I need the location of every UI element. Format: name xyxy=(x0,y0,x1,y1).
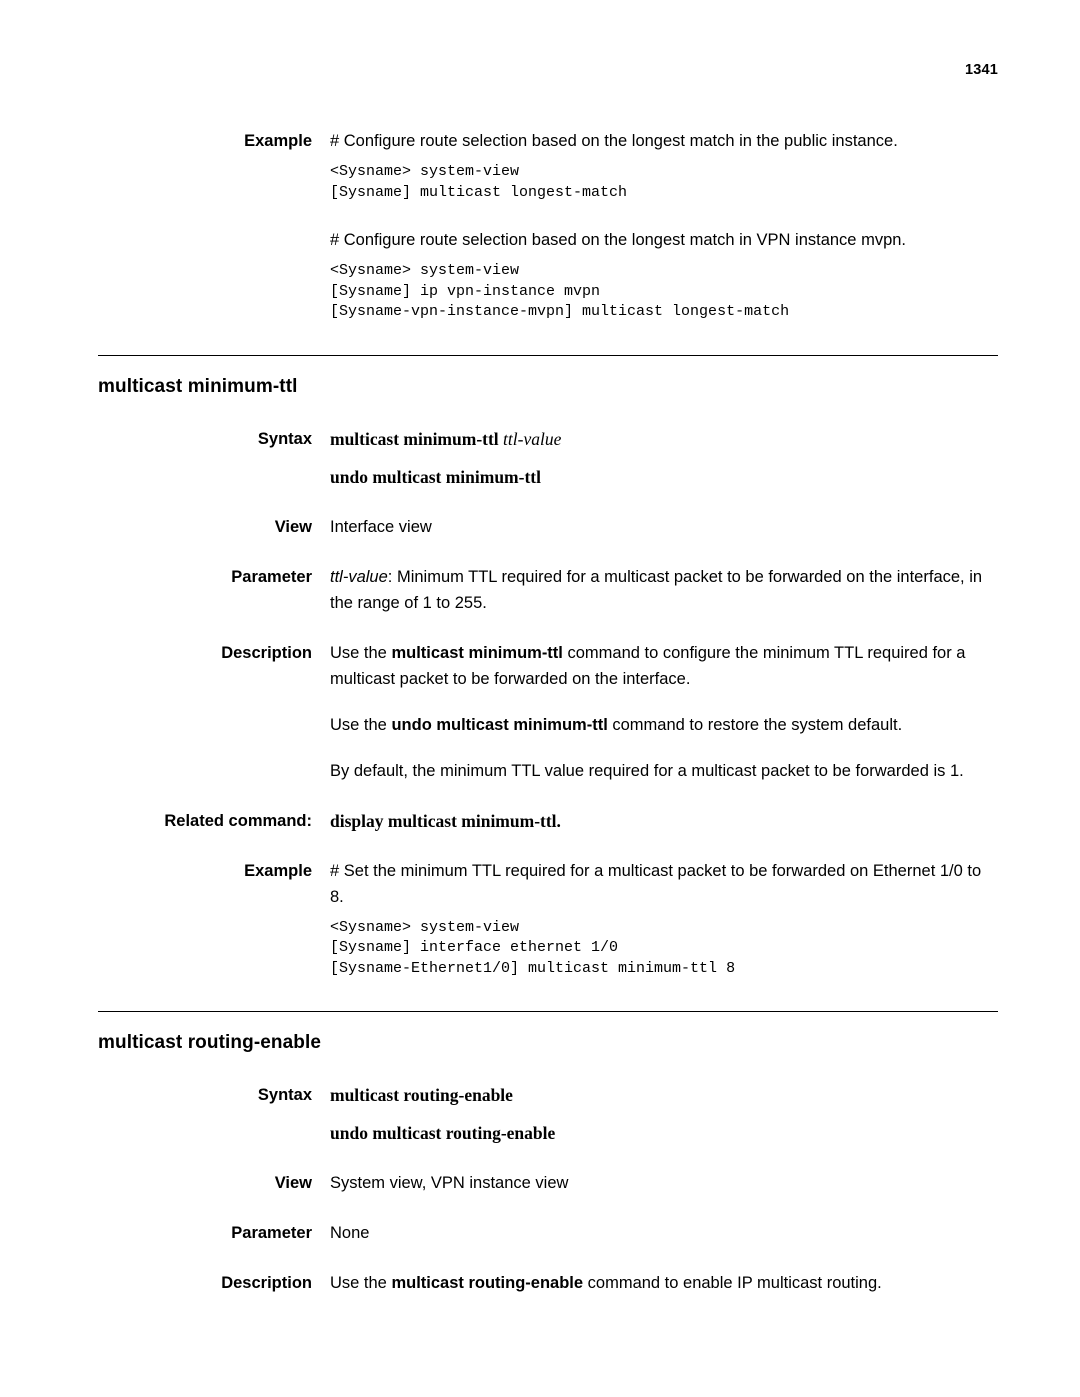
description-paragraph-routing: Use the multicast routing-enable command… xyxy=(330,1270,998,1296)
description-label-2: Description xyxy=(221,1274,312,1292)
example-row-minimum-ttl: Example # Set the minimum TTL required f… xyxy=(98,858,998,980)
related-command-row: Related command: display multicast minim… xyxy=(98,808,998,834)
syntax-body-2: multicast routing-enable undo multicast … xyxy=(330,1082,998,1146)
view-label: View xyxy=(274,517,312,536)
section-heading-minimum-ttl: multicast minimum-ttl xyxy=(98,375,298,397)
example-line-1: # Configure route selection based on the… xyxy=(330,132,898,150)
desc-p2-command: undo multicast minimum-ttl xyxy=(391,715,608,734)
syntax-label-2: Syntax xyxy=(257,1086,312,1104)
example-line-2: # Configure route selection based on the… xyxy=(330,231,907,249)
syntax-undo-line: undo multicast minimum-ttl xyxy=(330,466,541,487)
example-label: Example xyxy=(244,132,312,150)
related-command-body: display multicast minimum-ttl. xyxy=(330,808,998,834)
description-body: Use the multicast minimum-ttl command to… xyxy=(330,640,998,784)
description-label: Description xyxy=(221,643,312,662)
section-heading-routing-enable: multicast routing-enable xyxy=(98,1032,322,1053)
syntax-command: multicast minimum-ttl xyxy=(330,428,504,449)
parameter-name-italic: ttl-value xyxy=(330,567,388,586)
desc-routing-prefix: Use the xyxy=(330,1274,392,1292)
description-row-routing-enable: Description Use the multicast routing-en… xyxy=(98,1270,998,1296)
view-body: Interface view xyxy=(330,517,432,536)
related-command-label: Related command: xyxy=(164,811,312,830)
description-paragraph-1: Use the multicast minimum-ttl command to… xyxy=(330,640,998,692)
example-body: # Configure route selection based on the… xyxy=(330,128,998,323)
parameter-label: Parameter xyxy=(231,567,312,586)
desc-routing-suffix: command to enable IP multicast routing. xyxy=(583,1274,882,1292)
example-line-3: # Set the minimum TTL required for a mul… xyxy=(330,861,982,906)
description-row-minimum-ttl: Description Use the multicast minimum-tt… xyxy=(98,640,998,784)
desc-p2-suffix: command to restore the system default. xyxy=(607,715,903,734)
example-label-2: Example xyxy=(244,861,312,880)
syntax-argument: ttl-value xyxy=(503,428,562,449)
document-page: 1341 Example # Configure route selection… xyxy=(0,0,1080,1397)
view-row-minimum-ttl: View Interface view xyxy=(98,514,998,540)
view-label-2: View xyxy=(274,1174,312,1192)
parameter-row-routing-enable: Parameter None xyxy=(98,1220,998,1246)
parameter-label-2: Parameter xyxy=(231,1224,312,1242)
parameter-body-2: None xyxy=(330,1224,370,1242)
example-row-top: Example # Configure route selection base… xyxy=(98,128,998,323)
syntax-command-line: multicast minimum-ttl ttl-value xyxy=(330,426,998,452)
page-number: 1341 xyxy=(964,62,998,78)
example-code-1: <Sysname> system-view [Sysname] multicas… xyxy=(330,163,628,201)
example-code-2: <Sysname> system-view [Sysname] ip vpn-i… xyxy=(330,262,790,320)
syntax-command-line-2: multicast routing-enable xyxy=(330,1085,513,1105)
description-body-2: Use the multicast routing-enable command… xyxy=(330,1270,998,1296)
description-paragraph-3: By default, the minimum TTL value requir… xyxy=(330,761,964,780)
desc-p2-prefix: Use the xyxy=(330,715,392,734)
syntax-row-minimum-ttl: Syntax multicast minimum-ttl ttl-value u… xyxy=(98,426,998,490)
view-row-routing-enable: View System view, VPN instance view xyxy=(98,1170,998,1196)
syntax-label: Syntax xyxy=(257,429,312,448)
description-paragraph-2: Use the undo multicast minimum-ttl comma… xyxy=(330,712,998,738)
page-content: Example # Configure route selection base… xyxy=(98,128,998,1296)
syntax-body: multicast minimum-ttl ttl-value undo mul… xyxy=(330,426,998,490)
desc-p1-prefix: Use the xyxy=(330,643,392,662)
syntax-undo-line-2: undo multicast routing-enable xyxy=(330,1123,556,1143)
parameter-description: : Minimum TTL required for a multicast p… xyxy=(330,567,983,612)
syntax-row-routing-enable: Syntax multicast routing-enable undo mul… xyxy=(98,1082,998,1146)
parameter-row-minimum-ttl: Parameter ttl-value: Minimum TTL require… xyxy=(98,564,998,616)
related-command-period: . xyxy=(556,810,561,831)
related-command-value: display multicast minimum-ttl xyxy=(330,810,557,831)
example-body-2: # Set the minimum TTL required for a mul… xyxy=(330,858,998,980)
example-code-3: <Sysname> system-view [Sysname] interfac… xyxy=(330,918,736,977)
desc-routing-command: multicast routing-enable xyxy=(391,1274,584,1292)
view-body-2: System view, VPN instance view xyxy=(330,1174,569,1192)
parameter-body: ttl-value: Minimum TTL required for a mu… xyxy=(330,564,998,616)
desc-p1-command: multicast minimum-ttl xyxy=(391,643,563,662)
